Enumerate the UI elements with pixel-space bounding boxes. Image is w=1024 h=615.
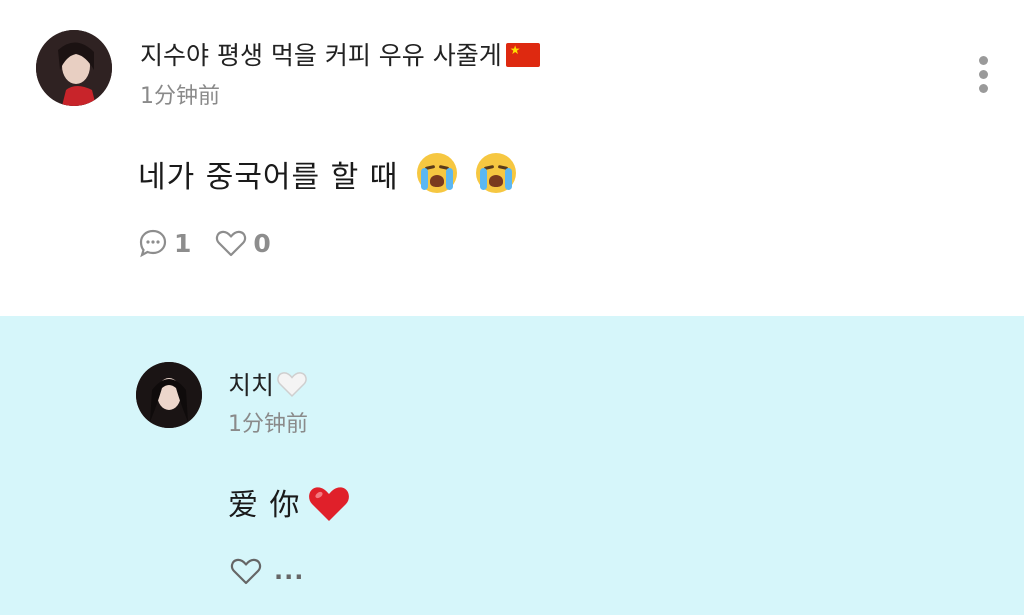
username-text: 치치 [228, 371, 275, 400]
avatar-photo [36, 30, 112, 106]
username[interactable]: 치치 [228, 366, 308, 404]
timestamp: 1分钟前 [140, 84, 220, 109]
loudly-crying-face-icon [475, 153, 516, 193]
timestamp: 1分钟前 [228, 412, 308, 437]
reply-text-body: 爱 你 [228, 488, 301, 523]
reply-comment: 치치 1分钟前 爱 你 ... [0, 316, 1024, 615]
more-options-button[interactable]: ... [274, 557, 304, 585]
post-actions: 1 0 [138, 228, 289, 258]
comment-icon[interactable] [138, 228, 168, 258]
like-heart-icon[interactable] [230, 556, 262, 586]
comment-text-body: 네가 중국어를 할 때 [138, 160, 399, 195]
reply-actions: ... [230, 556, 304, 586]
avatar-photo [136, 362, 202, 428]
loudly-crying-face-icon [416, 153, 457, 193]
comment-text: 네가 중국어를 할 때 [138, 152, 516, 196]
like-heart-icon[interactable] [215, 228, 247, 258]
more-options-icon[interactable] [975, 56, 991, 94]
username-text: 지수야 평생 먹을 커피 우유 사줄게 [140, 41, 502, 70]
username[interactable]: 지수야 평생 먹을 커피 우유 사줄게 [140, 36, 540, 72]
avatar[interactable] [36, 30, 112, 106]
red-heart-icon [307, 483, 351, 531]
reply-text: 爱 你 [228, 480, 351, 531]
china-flag-icon [505, 43, 540, 67]
white-heart-icon [276, 370, 308, 404]
comment-post: 지수야 평생 먹을 커피 우유 사줄게 1分钟前 네가 중국어를 할 때 1 0 [0, 0, 1024, 316]
comment-count: 1 [174, 228, 192, 258]
like-count: 0 [253, 228, 271, 258]
avatar[interactable] [136, 362, 202, 428]
